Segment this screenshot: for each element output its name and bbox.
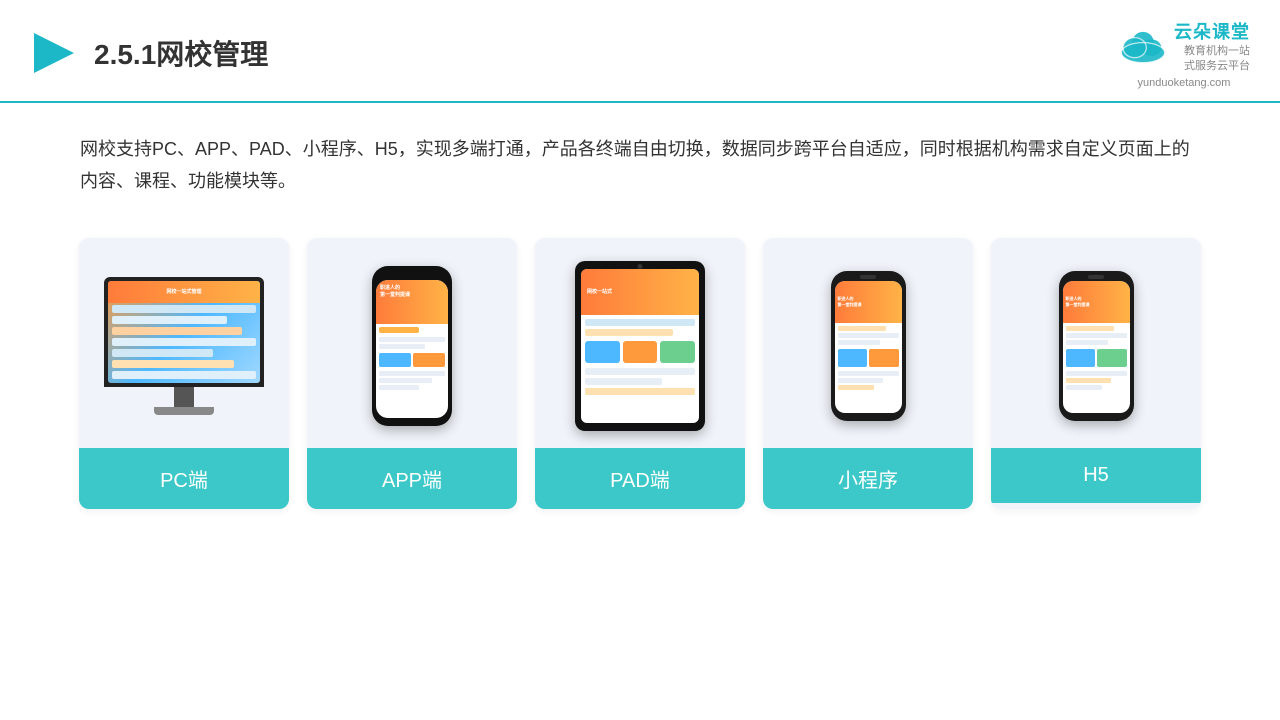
h5-phone-mockup: 职进人的第一堂判提课	[1059, 271, 1134, 421]
logo-name: 云朵课堂	[1174, 18, 1250, 44]
card-pc: 网校一站式管理	[79, 238, 289, 509]
pc-mockup: 网校一站式管理	[104, 277, 264, 415]
description-text: 网校支持PC、APP、PAD、小程序、H5，实现多端打通，产品各终端自由切换，数…	[0, 103, 1280, 218]
header-left: 2.5.1网校管理	[30, 29, 268, 77]
logo-text-group: 云朵课堂 教育机构一站式服务云平台	[1174, 18, 1250, 75]
card-miniprogram-image: 职进人的第一堂判提课	[763, 238, 973, 448]
card-h5-image: 职进人的第一堂判提课	[991, 238, 1201, 448]
logo-area: 云朵课堂 教育机构一站式服务云平台 yunduoketang.com	[1118, 18, 1250, 89]
phone-mockup-app: 职进人的第一堂判提课	[372, 266, 452, 426]
card-h5: 职进人的第一堂判提课	[991, 238, 1201, 509]
card-pc-image: 网校一站式管理	[79, 238, 289, 448]
cloud-icon	[1118, 28, 1168, 64]
tablet-mockup: 网校一站式	[575, 261, 705, 431]
card-miniprogram-label: 小程序	[763, 448, 973, 509]
card-h5-label: H5	[991, 448, 1201, 503]
logo-slogan: 教育机构一站式服务云平台	[1174, 44, 1250, 75]
card-pad-label: PAD端	[535, 448, 745, 509]
play-icon	[30, 29, 78, 77]
card-miniprogram: 职进人的第一堂判提课	[763, 238, 973, 509]
card-app: 职进人的第一堂判提课	[307, 238, 517, 509]
card-pad-image: 网校一站式	[535, 238, 745, 448]
card-pc-label: PC端	[79, 448, 289, 509]
mini-phone-mockup-1: 职进人的第一堂判提课	[831, 271, 906, 421]
cards-container: 网校一站式管理	[0, 228, 1280, 529]
card-pad: 网校一站式	[535, 238, 745, 509]
page-title: 2.5.1网校管理	[94, 33, 268, 73]
logo-url: yunduoketang.com	[1138, 77, 1231, 89]
header: 2.5.1网校管理 云朵课堂 教育机构一站式服务云平台 yunduoketang…	[0, 0, 1280, 103]
card-app-image: 职进人的第一堂判提课	[307, 238, 517, 448]
logo-cloud: 云朵课堂 教育机构一站式服务云平台	[1118, 18, 1250, 75]
card-app-label: APP端	[307, 448, 517, 509]
